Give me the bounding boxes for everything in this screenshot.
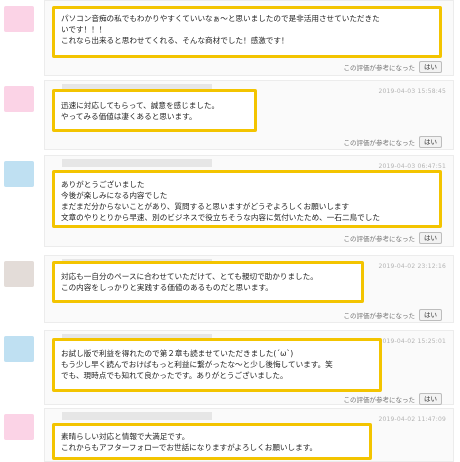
review-text-line: これなら出来ると思わせてくれる、そんな商材でした！感激です！	[61, 36, 289, 45]
review-text-line: ありがとうございました	[61, 180, 145, 189]
review-timestamp: 2019-04-02 15:25:01	[378, 338, 446, 345]
review-timestamp: 2019-04-02 23:12:16	[378, 263, 446, 270]
helpful-row: この評価が参考になった はい	[343, 309, 442, 321]
review-text-line: でも、現時点でも知れて良かったです。ありがとうございました。	[61, 371, 288, 380]
review-text-line: この内容をしっかりと実践する価値のあるものだと思います。	[61, 283, 273, 292]
review-text-highlight: 迅速に対応してもらって、誠意を感じました。 やってみる価値は凄くあると思います。	[52, 89, 257, 132]
avatar	[4, 336, 34, 362]
review-text-line: 今後が楽しみになる内容でした	[61, 191, 168, 200]
avatar	[4, 161, 34, 187]
review-item: 2019-04-03 06:47:51 ありがとうございました 今後が楽しみにな…	[0, 155, 460, 247]
helpful-row: この評価が参考になった はい	[343, 61, 442, 73]
review-text-highlight: 素晴らしい対応と情報で大満足です。 これからもアフターフォローでお世話になります…	[52, 423, 372, 460]
helpful-yes-button[interactable]: はい	[419, 232, 442, 244]
helpful-yes-button[interactable]: はい	[419, 61, 442, 73]
avatar	[4, 414, 34, 440]
helpful-yes-button[interactable]: はい	[419, 136, 442, 148]
review-item: 2019-04-02 15:25:01 お試し版で利益を得れたので第２章も読ませ…	[0, 330, 460, 405]
review-text-highlight: ありがとうございました 今後が楽しみになる内容でした まだまだ分からないことがあ…	[52, 170, 442, 228]
review-timestamp: 2019-04-03 15:58:45	[378, 88, 446, 95]
review-text-line: もう少し早く読んでおけばもっと利益に繋がったな～と少し後悔しています。笑	[61, 360, 333, 369]
avatar	[4, 86, 34, 112]
review-timestamp: 2019-04-03 06:47:51	[378, 163, 446, 170]
review-text-line: まだまだ分からないことがあり、質問すると思いますがどうぞよろしくお願いします	[61, 202, 350, 211]
review-text-line: やってみる価値は凄くあると思います。	[61, 112, 197, 121]
reviewer-name-placeholder	[62, 159, 212, 167]
review-item: 2019-04-02 23:12:16 対応も一自分のペースに合わせていただけて…	[0, 255, 460, 323]
review-item: パソコン音痴の私でもわかりやすくていいなぁ～と思いましたので是非活用させていただ…	[0, 0, 460, 76]
review-item: 2019-04-03 15:58:45 迅速に対応してもらって、誠意を感じました…	[0, 80, 460, 150]
avatar	[4, 6, 34, 32]
helpful-label: この評価が参考になった	[343, 396, 416, 404]
helpful-row: この評価が参考になった はい	[343, 232, 442, 244]
review-text-line: これからもアフターフォローでお世話になりますがよろしくお願いします。	[61, 443, 318, 452]
review-text-line: お試し版で利益を得れたので第２章も読ませていただきました(´ω`)	[61, 349, 294, 358]
review-text-highlight: お試し版で利益を得れたので第２章も読ませていただきました(´ω`) もう少し早く…	[52, 338, 382, 392]
review-text-highlight: 対応も一自分のペースに合わせていただけて、とても親切で助かりました。 この内容を…	[52, 261, 364, 303]
helpful-yes-button[interactable]: はい	[419, 309, 442, 321]
helpful-yes-button[interactable]: はい	[419, 393, 442, 405]
avatar	[4, 261, 34, 287]
helpful-row: この評価が参考になった はい	[343, 136, 442, 148]
helpful-label: この評価が参考になった	[343, 312, 416, 320]
review-text-line: いです！！！	[61, 25, 107, 34]
review-text-line: 素晴らしい対応と情報で大満足です。	[61, 432, 190, 441]
reviewer-name-placeholder	[62, 412, 212, 420]
helpful-label: この評価が参考になった	[343, 235, 416, 243]
helpful-label: この評価が参考になった	[343, 64, 416, 72]
review-text-line: パソコン音痴の私でもわかりやすくていいなぁ～と思いましたので是非活用させていただ…	[61, 14, 380, 23]
review-text-line: 文章のやりとりから早速、別のビジネスで役立ちそうな内容に気付いたため、一石二鳥で…	[61, 213, 380, 222]
review-timestamp: 2019-04-02 11:47:09	[378, 416, 446, 423]
helpful-label: この評価が参考になった	[343, 139, 416, 147]
review-text-line: 対応も一自分のペースに合わせていただけて、とても親切で助かりました。	[61, 272, 318, 281]
review-text-highlight: パソコン音痴の私でもわかりやすくていいなぁ～と思いましたので是非活用させていただ…	[52, 6, 442, 58]
helpful-row: この評価が参考になった はい	[343, 393, 442, 405]
review-text-line: 迅速に対応してもらって、誠意を感じました。	[61, 101, 220, 110]
review-item: 2019-04-02 11:47:09 素晴らしい対応と情報で大満足です。 これ…	[0, 408, 460, 462]
